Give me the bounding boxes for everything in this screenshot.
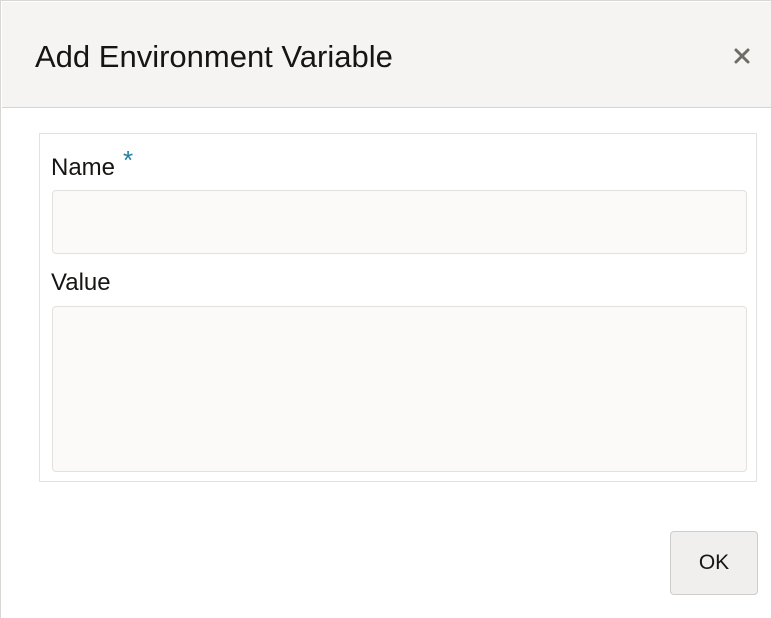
dialog-title: Add Environment Variable <box>35 39 393 74</box>
add-environment-variable-dialog: Add Environment Variable Name * Value OK <box>0 0 771 618</box>
value-field-label: Value <box>51 269 111 296</box>
form-panel: Name * Value <box>39 133 757 482</box>
close-icon <box>733 47 751 70</box>
ok-button[interactable]: OK <box>670 531 758 595</box>
name-label-text: Name <box>51 154 116 181</box>
value-textarea[interactable] <box>52 306 747 472</box>
name-field-label: Name * <box>51 145 133 184</box>
dialog-header: Add Environment Variable <box>2 2 771 108</box>
required-asterisk: * <box>123 145 134 175</box>
name-input[interactable] <box>52 190 747 254</box>
close-button[interactable] <box>722 38 762 78</box>
